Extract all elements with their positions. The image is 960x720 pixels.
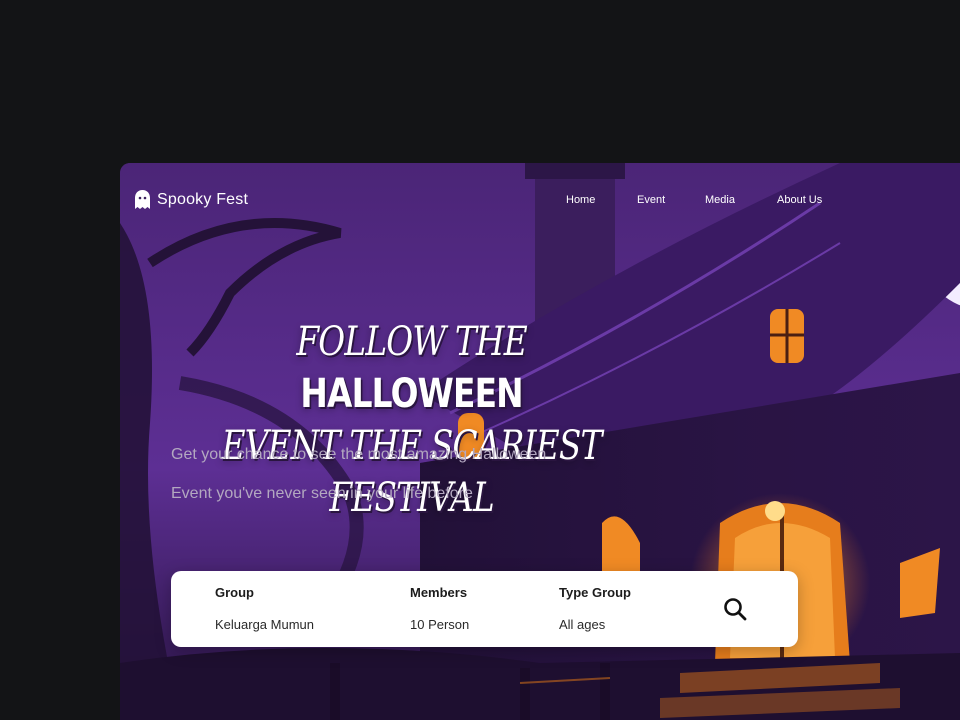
hero-subtitle-line-2: Event you've never seen in your life bef… [171,485,473,502]
type-group-field-label: Type Group [559,585,631,600]
hero-subtitle-line-1: Get your chance to see the most amazing … [171,446,547,463]
search-button[interactable] [721,595,749,623]
nav-item-media[interactable]: Media [705,194,735,206]
ghost-icon [135,190,150,209]
nav-item-about-us[interactable]: About Us [777,194,822,206]
members-field-label: Members [410,585,468,600]
nav-item-home[interactable]: Home [566,194,595,206]
hero-section: Spooky Fest Home Event Media About Us FO… [120,163,960,720]
headline-line-2: EVENT THE SCARIEST FESTIVAL [221,423,603,521]
brand-logo[interactable]: Spooky Fest [134,190,248,210]
headline-highlight: HALLOWEEN [300,371,523,417]
type-group-field-value[interactable]: All ages [559,617,605,632]
headline-line-1: FOLLOW THE HALLOWEEN [182,316,641,420]
nav-item-event[interactable]: Event [637,194,665,206]
top-navigation: Spooky Fest Home Event Media About Us [120,163,960,239]
members-field-value[interactable]: 10 Person [410,617,469,632]
headline-prefix: FOLLOW THE [296,319,527,365]
brand-name: Spooky Fest [157,191,249,208]
group-search-bar: Group Keluarga Mumun Members 10 Person T… [171,571,798,647]
search-icon [724,598,747,621]
group-field-value[interactable]: Keluarga Mumun [215,617,314,632]
group-field-label: Group [215,585,254,600]
